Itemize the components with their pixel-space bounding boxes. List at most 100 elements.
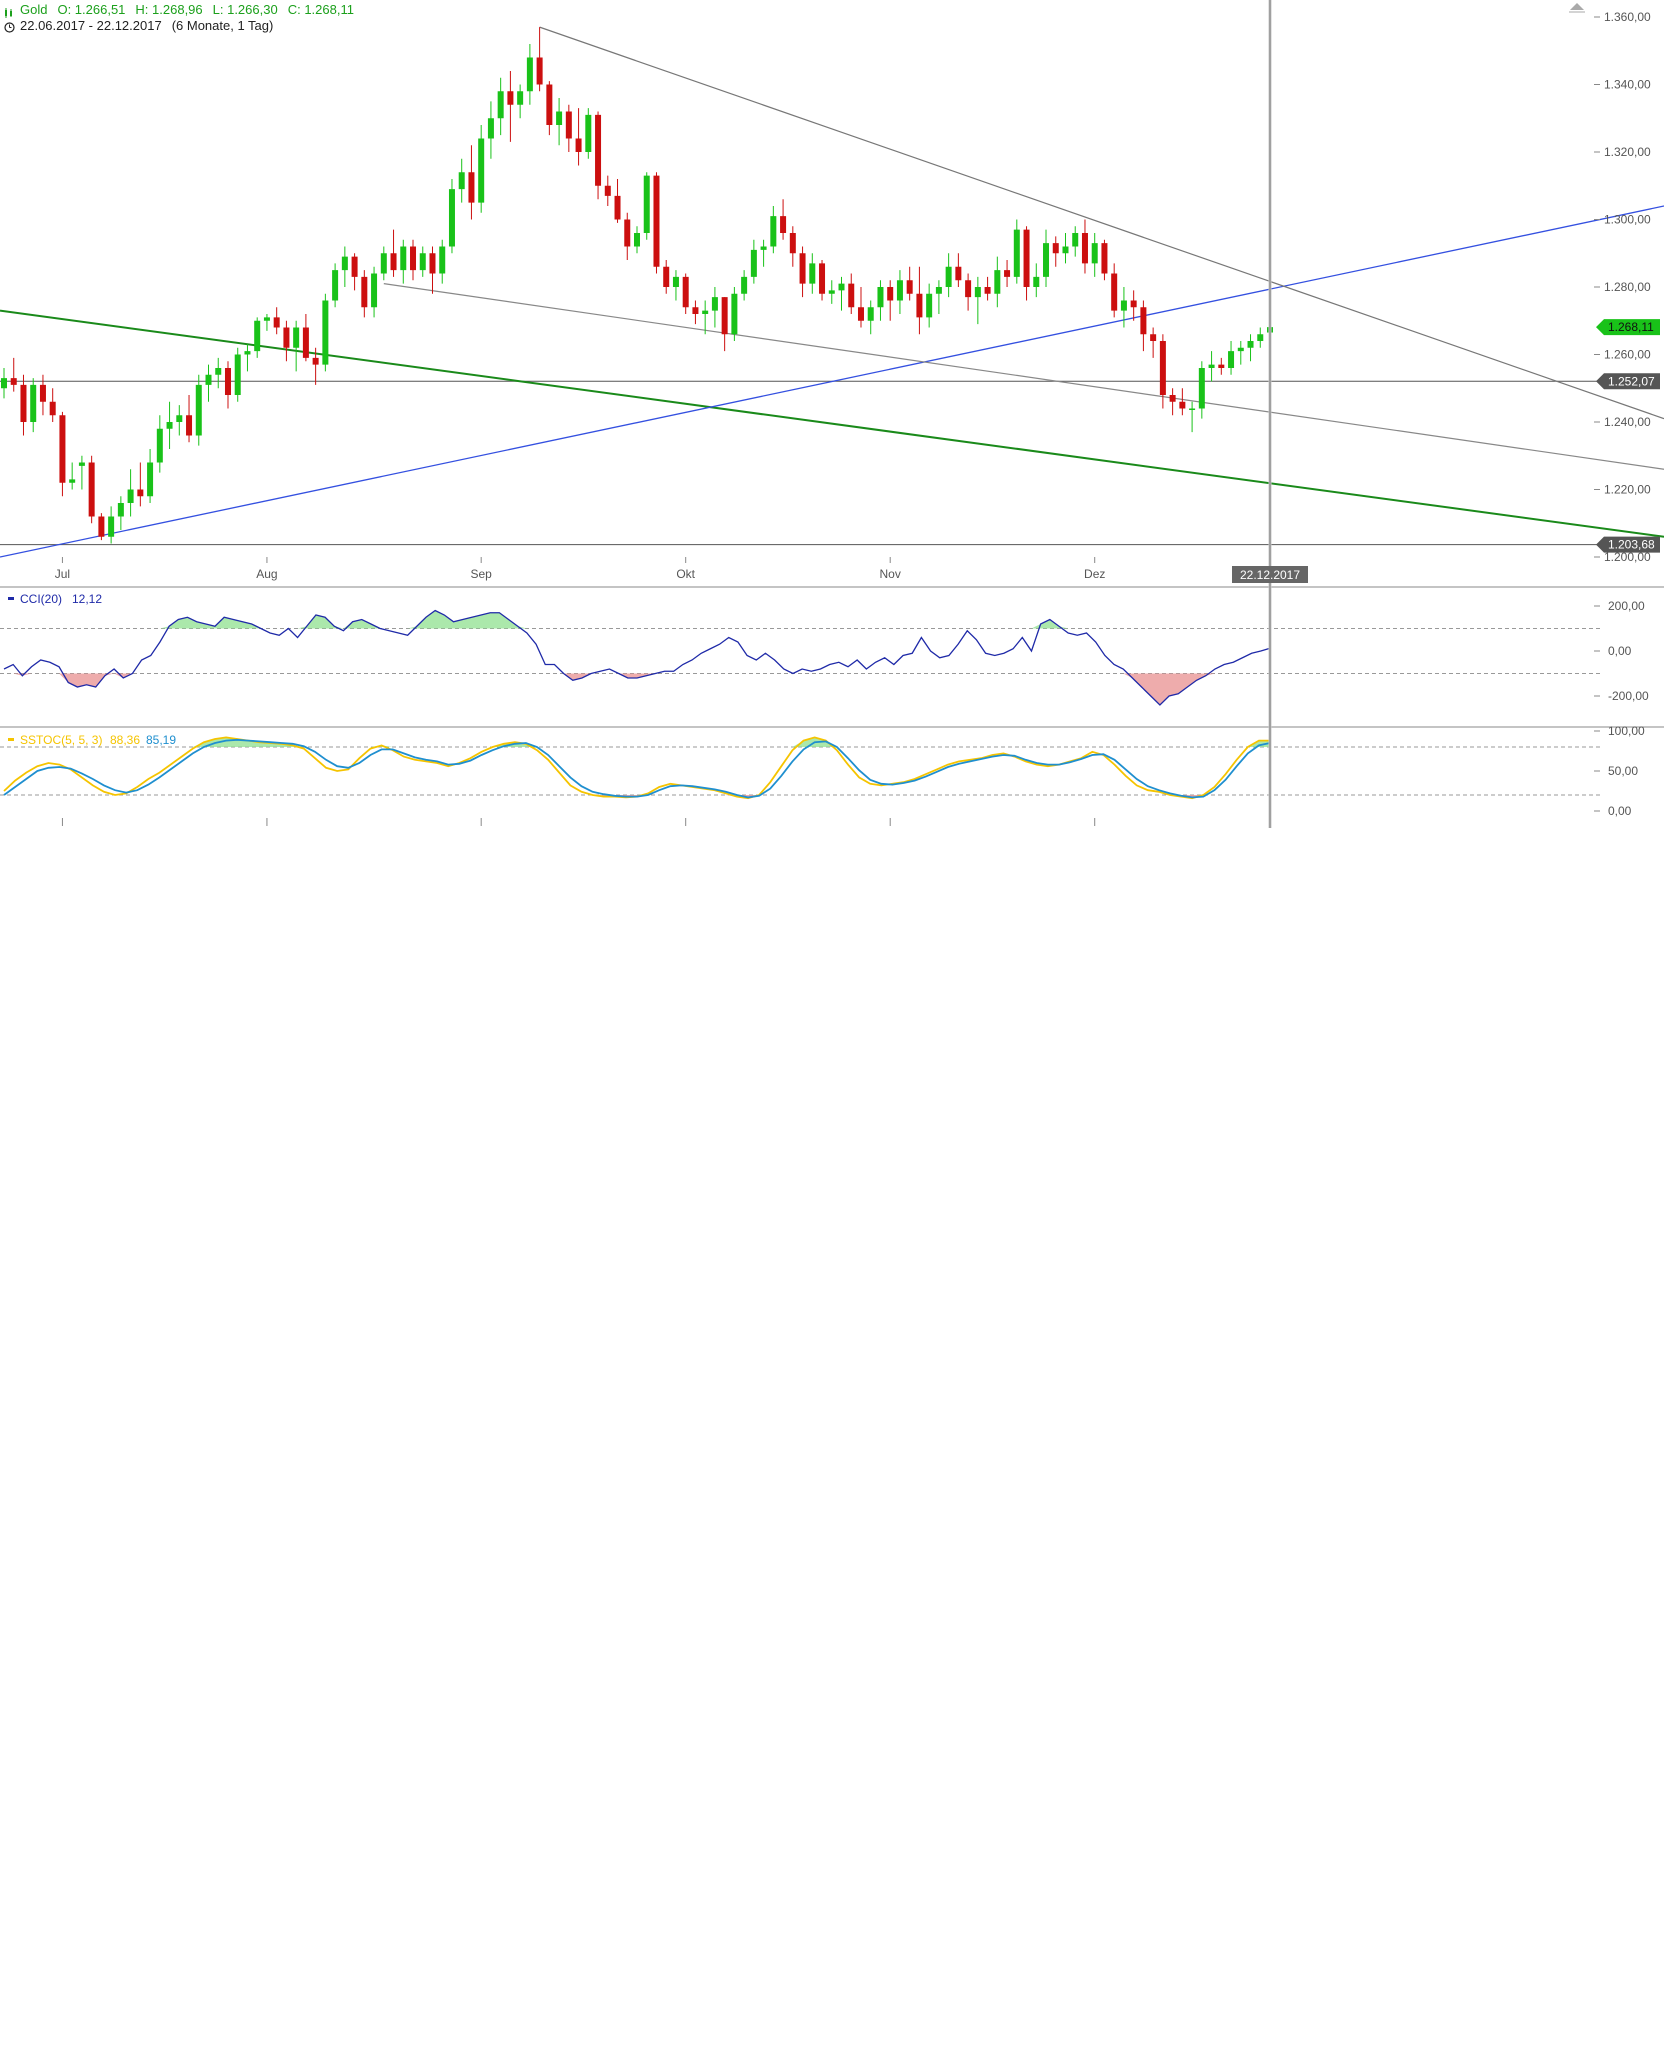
candle bbox=[341, 246, 348, 287]
candle-body bbox=[10, 378, 17, 385]
candle bbox=[721, 297, 728, 352]
candle bbox=[1247, 334, 1254, 362]
price-tag-label: 1.203,68 bbox=[1608, 538, 1655, 552]
candle-body bbox=[478, 138, 485, 203]
falling-channel-bottom bbox=[383, 283, 1664, 470]
candle bbox=[419, 246, 426, 277]
candle bbox=[1101, 239, 1108, 281]
candle-body bbox=[1237, 347, 1244, 352]
candle bbox=[69, 462, 76, 490]
cci-tick-label: 200,00 bbox=[1608, 599, 1645, 613]
candle bbox=[400, 239, 407, 284]
candle bbox=[526, 44, 533, 105]
date-range: 22.06.2017 - 22.12.2017 bbox=[20, 18, 162, 33]
candle bbox=[176, 405, 183, 436]
candle-body bbox=[1111, 273, 1118, 311]
candle bbox=[1111, 263, 1118, 318]
cci-legend-swatch bbox=[8, 597, 14, 600]
candle bbox=[254, 317, 261, 358]
candle bbox=[1179, 388, 1186, 416]
candle bbox=[497, 77, 504, 136]
candle-body bbox=[1130, 300, 1137, 308]
candle bbox=[614, 179, 621, 223]
stoch-d-value: 85,19 bbox=[146, 733, 176, 747]
candle bbox=[507, 71, 514, 142]
candle bbox=[1081, 219, 1088, 274]
candle bbox=[283, 320, 290, 362]
candle bbox=[195, 374, 202, 446]
candle bbox=[974, 276, 981, 325]
candle bbox=[448, 179, 455, 254]
candle-body bbox=[682, 276, 689, 308]
candle bbox=[390, 229, 397, 277]
candle bbox=[838, 276, 845, 311]
x-tick-label: Dez bbox=[1084, 567, 1105, 581]
candle-body bbox=[312, 357, 319, 365]
high-value: H: 1.268,96 bbox=[135, 2, 203, 17]
cci-overbought-fill bbox=[4, 610, 1270, 629]
candle-body bbox=[1062, 246, 1069, 254]
candle-body bbox=[1004, 270, 1011, 277]
candle-body bbox=[361, 276, 368, 308]
stoch-k-value: 88,36 bbox=[110, 733, 140, 747]
candle bbox=[293, 320, 300, 372]
candle-body bbox=[828, 290, 835, 294]
candle bbox=[78, 455, 85, 490]
candle-body bbox=[1091, 243, 1098, 264]
candle-body bbox=[702, 310, 709, 314]
candle bbox=[458, 158, 465, 203]
candle bbox=[215, 357, 222, 389]
cci-value: 12,12 bbox=[72, 592, 102, 606]
candle bbox=[945, 253, 952, 298]
candle-body bbox=[1257, 334, 1264, 341]
candle bbox=[711, 287, 718, 328]
stoch-legend-swatch bbox=[8, 738, 14, 741]
candle-body bbox=[176, 415, 183, 422]
candle-body bbox=[429, 253, 436, 274]
candle-body bbox=[955, 266, 962, 281]
candle-body bbox=[643, 175, 650, 233]
candle-body bbox=[234, 354, 241, 395]
candle bbox=[332, 263, 339, 308]
candle bbox=[1198, 361, 1205, 419]
x-tick-label: Okt bbox=[676, 567, 695, 581]
candle-body bbox=[809, 263, 816, 284]
chart-svg: 1.360,00 1.340,00 1.320,00 1.300,00 1.280,00… bbox=[0, 0, 1664, 828]
candle bbox=[887, 280, 894, 321]
candle bbox=[478, 125, 485, 213]
close-value: C: 1.268,11 bbox=[287, 2, 354, 17]
candle-body bbox=[1023, 229, 1030, 287]
candle-body bbox=[692, 307, 699, 314]
candle-body bbox=[857, 307, 864, 321]
cci-tick-label: -200,00 bbox=[1608, 689, 1649, 703]
candle bbox=[741, 270, 748, 301]
candle-body bbox=[672, 276, 679, 287]
candle bbox=[692, 300, 699, 325]
y-tick-label: 1.320,00 bbox=[1604, 145, 1651, 159]
candle-body bbox=[945, 266, 952, 287]
scroll-up-icon[interactable] bbox=[1570, 3, 1584, 10]
candle bbox=[137, 462, 144, 507]
candle-body bbox=[137, 489, 144, 497]
candle bbox=[731, 287, 738, 341]
candle-body bbox=[906, 280, 913, 294]
candle-body bbox=[1218, 364, 1225, 368]
x-tick-label: Nov bbox=[880, 567, 901, 581]
candle bbox=[634, 226, 640, 254]
candle-body bbox=[741, 276, 748, 294]
quote-header: Gold O: 1.266,51 H: 1.268,96 L: 1.266,30 C: … bbox=[4, 2, 364, 18]
candle-body bbox=[994, 270, 1001, 294]
candle-body bbox=[1120, 300, 1127, 311]
candle-body bbox=[341, 256, 348, 271]
candle bbox=[302, 314, 309, 362]
candle-body bbox=[916, 293, 923, 318]
candle bbox=[1023, 226, 1030, 301]
candle bbox=[351, 253, 358, 291]
candle-body bbox=[351, 256, 358, 277]
candle-body bbox=[1013, 229, 1020, 277]
candle bbox=[1004, 260, 1011, 287]
candle-body bbox=[380, 253, 387, 274]
clock-icon bbox=[4, 21, 15, 33]
candle-body bbox=[1189, 408, 1196, 410]
y-tick-label: 1.300,00 bbox=[1604, 213, 1651, 227]
